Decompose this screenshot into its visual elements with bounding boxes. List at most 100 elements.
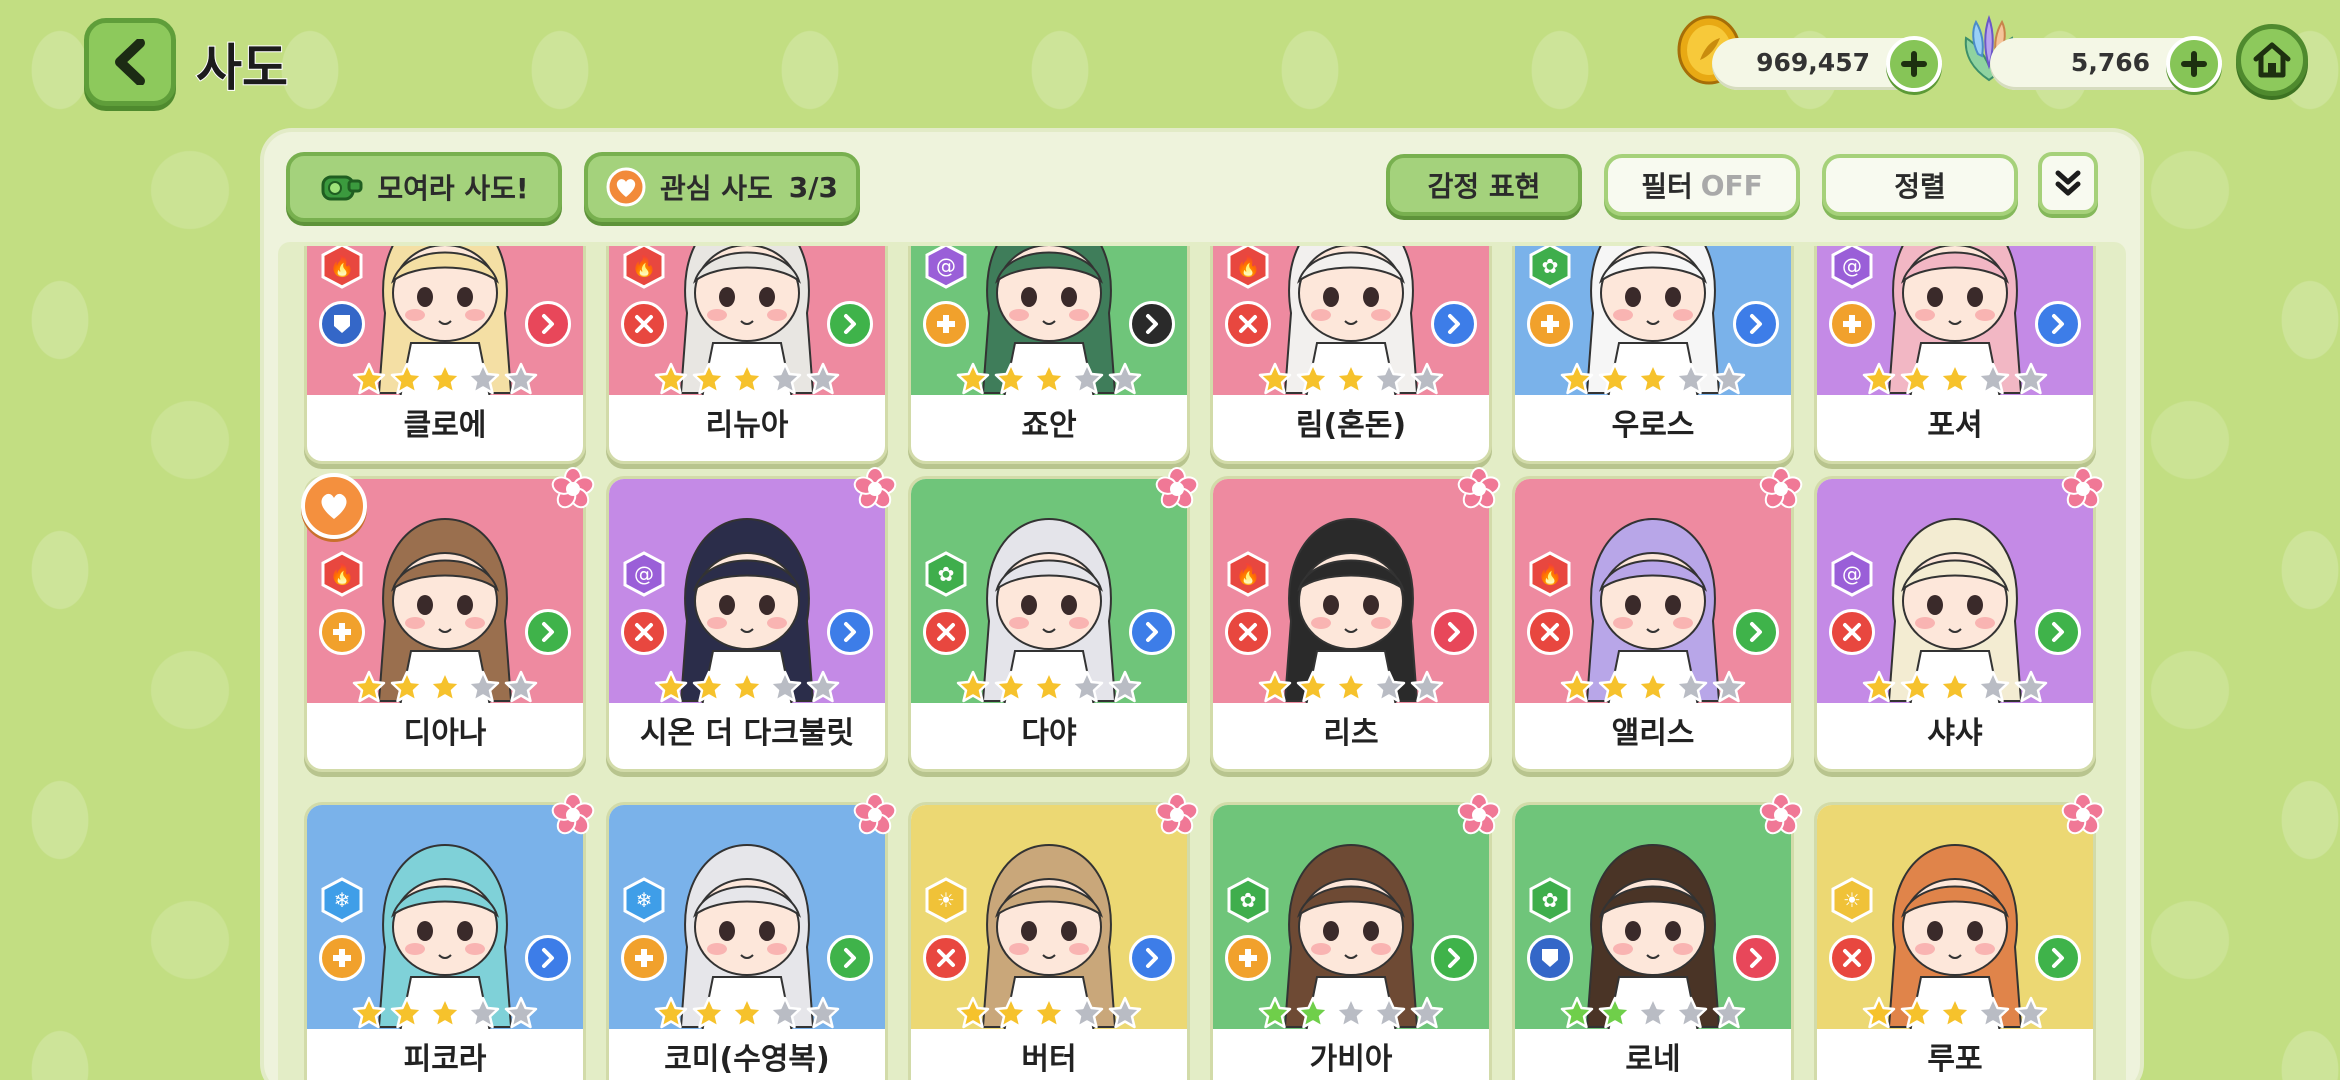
filter-button[interactable]: 필터 OFF: [1604, 154, 1800, 216]
svg-text:☀: ☀: [1843, 888, 1861, 912]
gather-button[interactable]: 모여라 사도!: [286, 152, 562, 222]
character-name: 샤샤: [1927, 716, 1983, 751]
character-portrait: ❄: [307, 805, 583, 1029]
favorite-characters-button[interactable]: 관심 사도 3/3: [584, 152, 860, 222]
favorite-label: 관심 사도: [660, 172, 773, 205]
chevron-right-icon: [2035, 935, 2081, 981]
light-element-icon: ☀: [923, 877, 969, 923]
character-portrait: ❄: [609, 805, 885, 1029]
character-name: 죠안: [1021, 408, 1077, 443]
nature-element-icon: ✿: [1527, 246, 1573, 289]
attack-role-icon: [923, 935, 969, 981]
character-portrait: @: [1817, 246, 2093, 395]
page-title: 사도: [195, 38, 289, 98]
character-portrait: 🔥: [1515, 479, 1791, 703]
chevron-right-icon: [827, 935, 873, 981]
character-portrait: ✿: [1515, 805, 1791, 1029]
chevron-right-icon: [1129, 609, 1175, 655]
character-card[interactable]: ✿ 다야: [908, 467, 1199, 772]
character-card[interactable]: 🔥 앨리스: [1512, 467, 1803, 772]
character-card[interactable]: 🔥 리뉴아: [606, 246, 888, 464]
character-card[interactable]: ❄ 코미(수영복): [606, 793, 897, 1080]
svg-text:@: @: [634, 562, 654, 586]
character-card[interactable]: 🔥 디아나: [301, 467, 595, 772]
character-grid[interactable]: 🔥 클로에 🔥 리뉴아 @ 죠안 🔥 림(혼돈) ✿ 우로스 @ 포셔 🔥 디아나 @ 시온 더 다크불릿 ✿ 다…: [264, 246, 2140, 1080]
chevron-right-icon: [1733, 935, 1779, 981]
flower-icon: [1759, 793, 1803, 837]
attack-role-icon: [621, 609, 667, 655]
character-portrait: 🔥: [1213, 246, 1489, 395]
attack-role-icon: [923, 609, 969, 655]
flower-icon: [853, 793, 897, 837]
chevron-right-icon: [1733, 301, 1779, 347]
character-portrait: 🔥: [1213, 479, 1489, 703]
character-name: 가비아: [1309, 1042, 1393, 1077]
svg-text:✿: ✿: [1542, 254, 1559, 278]
character-card[interactable]: @ 죠안: [908, 246, 1190, 464]
add-gold-button[interactable]: [1886, 36, 1942, 92]
fire-element-icon: 🔥: [319, 246, 365, 289]
character-card[interactable]: ☀ 루포: [1814, 793, 2105, 1080]
attack-role-icon: [1527, 609, 1573, 655]
character-card[interactable]: @ 시온 더 다크불릿: [606, 467, 897, 772]
character-portrait: @: [911, 246, 1187, 395]
emote-button[interactable]: 감정 표현: [1386, 154, 1582, 216]
attack-role-icon: [1225, 609, 1271, 655]
gold-currency: 969,457: [1712, 36, 1942, 92]
flower-icon: [1759, 467, 1803, 511]
character-card[interactable]: 🔥 림(혼돈): [1210, 246, 1492, 464]
svg-text:🔥: 🔥: [1236, 562, 1261, 586]
svg-text:☀: ☀: [937, 888, 955, 912]
chevron-right-icon: [525, 935, 571, 981]
arcane-element-icon: @: [923, 246, 969, 289]
character-card[interactable]: @ 샤샤: [1814, 467, 2105, 772]
flower-icon: [1155, 793, 1199, 837]
character-card[interactable]: 🔥 클로에: [304, 246, 586, 464]
character-portrait: @: [609, 479, 885, 703]
character-card[interactable]: ☀ 버터: [908, 793, 1199, 1080]
flower-icon: [1457, 793, 1501, 837]
character-name: 앨리스: [1611, 716, 1695, 751]
emote-label: 감정 표현: [1427, 170, 1541, 203]
gem-currency: 5,766: [1990, 36, 2222, 92]
character-card[interactable]: ❄ 피코라: [304, 793, 595, 1080]
flower-icon: [551, 793, 595, 837]
flower-icon: [2061, 793, 2105, 837]
svg-text:🔥: 🔥: [1538, 562, 1563, 586]
sort-button[interactable]: 정렬: [1822, 154, 2018, 216]
flower-icon: [2061, 467, 2105, 511]
svg-text:✿: ✿: [1240, 888, 1257, 912]
character-card[interactable]: ✿ 가비아: [1210, 793, 1501, 1080]
character-portrait: 🔥: [609, 246, 885, 395]
gem-amount: 5,766: [2070, 48, 2150, 77]
fire-element-icon: 🔥: [1225, 246, 1271, 289]
favorite-heart-icon[interactable]: [301, 473, 367, 539]
filter-state: OFF: [1700, 168, 1763, 202]
sort-direction-button[interactable]: [2038, 152, 2098, 214]
nature-element-icon: ✿: [1225, 877, 1271, 923]
svg-text:🔥: 🔥: [1236, 254, 1261, 278]
fire-element-icon: 🔥: [319, 551, 365, 597]
fire-element-icon: 🔥: [1527, 551, 1573, 597]
character-name: 로네: [1625, 1042, 1681, 1077]
character-name: 클로에: [403, 408, 487, 443]
character-name: 디아나: [403, 716, 487, 751]
flower-icon: [1155, 467, 1199, 511]
home-button[interactable]: [2236, 24, 2308, 96]
chevron-right-icon: [1431, 609, 1477, 655]
chevron-right-icon: [2035, 609, 2081, 655]
attack-role-icon: [1829, 609, 1875, 655]
back-button[interactable]: [84, 18, 176, 106]
character-card[interactable]: @ 포셔: [1814, 246, 2096, 464]
character-card[interactable]: ✿ 우로스: [1512, 246, 1794, 464]
character-card[interactable]: 🔥 리츠: [1210, 467, 1501, 772]
add-gem-button[interactable]: [2166, 36, 2222, 92]
svg-text:🔥: 🔥: [632, 254, 657, 278]
nature-element-icon: ✿: [923, 551, 969, 597]
character-name: 리츠: [1323, 716, 1379, 751]
heart-icon: [606, 167, 646, 207]
svg-text:🔥: 🔥: [330, 254, 355, 278]
favorite-count: 3/3: [788, 170, 838, 204]
character-card[interactable]: ✿ 로네: [1512, 793, 1803, 1080]
character-name: 리뉴아: [705, 408, 789, 443]
